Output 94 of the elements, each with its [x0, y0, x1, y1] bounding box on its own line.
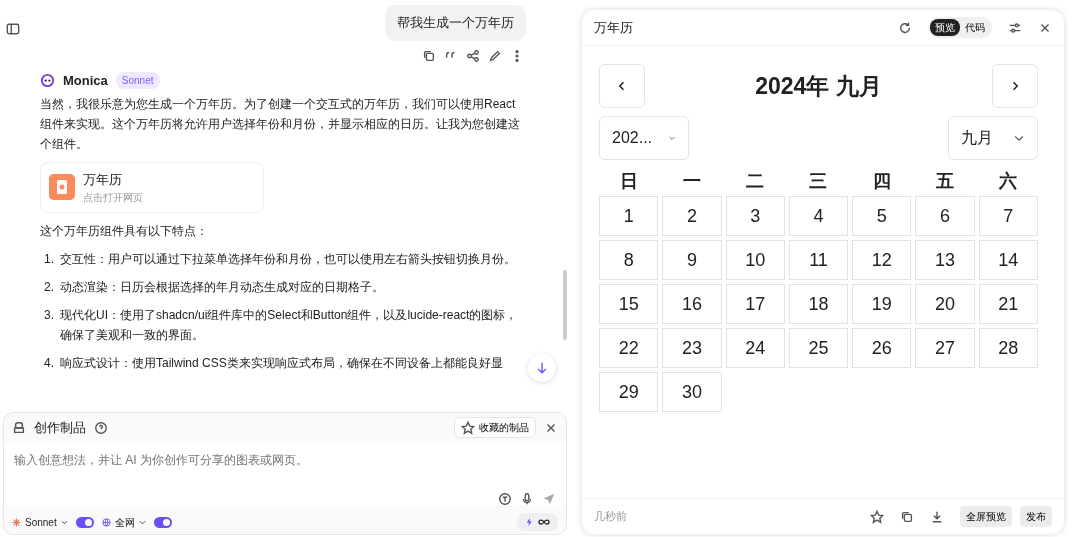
day-cell[interactable]: 3	[725, 196, 785, 236]
weekday-label: 日	[618, 170, 639, 192]
day-cell[interactable]: 12	[852, 240, 912, 280]
weekday-label: 一	[681, 170, 702, 192]
globe-icon	[101, 517, 111, 527]
day-cell[interactable]: 19	[852, 284, 912, 324]
view-tab[interactable]: 代码	[960, 19, 990, 36]
help-icon[interactable]	[94, 420, 108, 435]
day-cell[interactable]: 2	[662, 196, 722, 236]
day-cell[interactable]: 30	[662, 372, 722, 412]
artifact-title: 万年历	[83, 171, 123, 189]
day-cell[interactable]: 7	[978, 196, 1038, 236]
day-cell[interactable]: 21	[978, 284, 1038, 324]
day-cell[interactable]: 25	[788, 328, 849, 368]
day-cell[interactable]: 8	[599, 240, 659, 280]
star-icon[interactable]	[870, 509, 884, 524]
model-selector[interactable]: Sonnet	[12, 514, 68, 530]
scroll-down-button[interactable]	[528, 353, 556, 382]
sliders-icon[interactable]	[1008, 20, 1022, 35]
publish-button[interactable]: 发布	[1020, 506, 1052, 527]
view-tab[interactable]: 预览	[930, 19, 960, 36]
weekday-label: 六	[997, 170, 1019, 192]
day-cell[interactable]: 6	[915, 196, 975, 236]
list-number: 3.	[44, 306, 55, 324]
artifact-card[interactable]: 万年历 点击打开网页	[40, 162, 264, 213]
assistant-message: 当然，我很乐意为您生成一个万年历。为了创建一个交互式的万年历，我们可以使用React组件来实现。这个万年历将允许用户选择年份和月份，并显示相应的日历。让我为您创建这个组件。	[40, 96, 521, 153]
copy-icon[interactable]	[422, 48, 436, 63]
caret-icon	[60, 518, 68, 526]
microphone-icon[interactable]	[520, 492, 534, 506]
arrow-down-icon	[535, 360, 549, 375]
timestamp: 几秒前	[594, 509, 628, 525]
composer-input[interactable]: 输入创意想法，并让 AI 为你创作可分享的图表或网页。	[4, 442, 566, 505]
web-search-selector[interactable]: 全网	[101, 514, 146, 530]
day-cell[interactable]: 11	[788, 240, 849, 280]
day-cell[interactable]: 1	[599, 196, 659, 236]
month-select[interactable]: 九月	[948, 116, 1038, 160]
weekday-label: 三	[808, 170, 829, 192]
pencil-icon[interactable]	[488, 48, 502, 63]
day-cell[interactable]: 16	[662, 284, 722, 324]
share-icon[interactable]	[466, 48, 480, 63]
user-message-bubble: 帮我生成一个万年历	[385, 5, 526, 41]
day-cell[interactable]: 28	[978, 328, 1038, 368]
model-badge: Sonnet	[115, 71, 160, 89]
download-icon[interactable]	[930, 509, 944, 524]
day-cell[interactable]: 5	[852, 196, 912, 236]
web-document-icon	[49, 174, 75, 201]
features-heading: 这个万年历组件具有以下特点：	[40, 222, 209, 240]
weekday-label: 二	[745, 170, 766, 192]
calendar-heading: 2024年 九月	[755, 71, 882, 101]
list-number: 2.	[44, 278, 55, 296]
day-cell[interactable]: 29	[599, 372, 659, 412]
star-icon	[461, 420, 475, 435]
toggle-switch[interactable]	[153, 516, 172, 528]
text-tool-icon[interactable]	[498, 492, 512, 506]
day-cell[interactable]: 26	[852, 328, 912, 368]
day-cell[interactable]: 15	[599, 284, 659, 324]
weekday-label: 四	[871, 170, 892, 192]
assistant-name: Monica	[63, 71, 108, 90]
infinity-icon	[538, 518, 550, 526]
day-cell[interactable]: 10	[725, 240, 785, 280]
caret-icon	[138, 518, 146, 526]
saved-artifacts-button[interactable]: 收藏的制品	[454, 417, 536, 438]
list-number: 1.	[44, 250, 55, 268]
day-cell[interactable]: 23	[662, 328, 722, 368]
feature-item: 响应式设计：使用Tailwind CSS类来实现响应式布局，确保在不同设备上都能良好显	[60, 354, 503, 372]
usage-indicator[interactable]	[517, 513, 558, 531]
lightning-icon	[525, 517, 534, 527]
day-cell[interactable]: 22	[599, 328, 659, 368]
sidebar-toggle-icon[interactable]	[6, 21, 20, 36]
feature-item: 现代化UI：使用了shadcn/ui组件库中的Select和Button组件，以及lucide-react的图标，确保了美观和一致的界面。	[60, 306, 519, 344]
weekday-label: 五	[935, 170, 956, 192]
artifact-subtitle: 点击打开网页	[83, 190, 143, 205]
day-cell[interactable]: 9	[662, 240, 722, 280]
refresh-icon[interactable]	[898, 20, 912, 35]
list-number: 4.	[44, 354, 55, 372]
scrollbar-thumb[interactable]	[563, 270, 567, 340]
day-cell[interactable]: 18	[788, 284, 849, 324]
sparkle-icon	[12, 517, 21, 527]
assistant-avatar-icon	[40, 72, 55, 88]
copy-icon[interactable]	[900, 509, 914, 524]
day-cell[interactable]: 27	[915, 328, 975, 368]
toggle-switch[interactable]	[75, 516, 94, 528]
day-cell[interactable]: 20	[915, 284, 975, 324]
panel-title: 万年历	[594, 18, 634, 37]
feature-item: 交互性：用户可以通过下拉菜单选择年份和月份，也可以使用左右箭头按钮切换月份。	[60, 250, 516, 268]
day-cell[interactable]: 24	[725, 328, 785, 368]
day-cell[interactable]: 4	[788, 196, 849, 236]
year-select[interactable]: 202...	[599, 116, 689, 160]
day-cell[interactable]: 17	[725, 284, 785, 324]
composer-title: 创作制品	[34, 418, 86, 437]
day-cell[interactable]: 13	[915, 240, 975, 280]
feature-item: 动态渲染：日历会根据选择的年月动态生成对应的日期格子。	[60, 278, 384, 296]
fullscreen-preview-button[interactable]: 全屏预览	[960, 506, 1012, 527]
day-cell[interactable]: 14	[978, 240, 1038, 280]
